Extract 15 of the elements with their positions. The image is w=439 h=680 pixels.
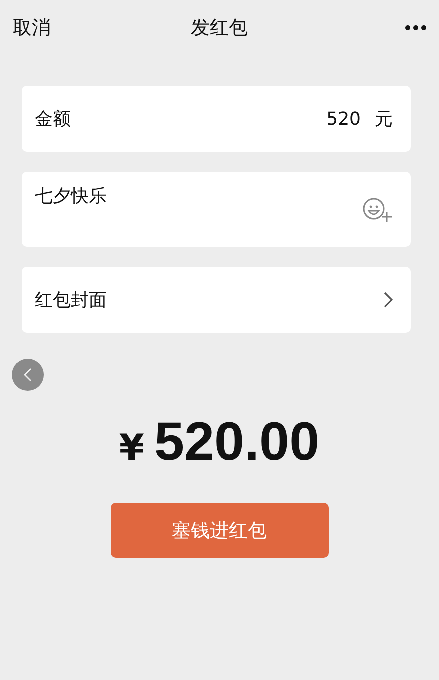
chevron-left-icon <box>24 368 32 382</box>
back-button[interactable] <box>12 359 44 391</box>
amount-label: 金额 <box>35 108 71 131</box>
currency-symbol: ¥ <box>119 428 144 469</box>
cover-row[interactable]: 红包封面 <box>22 267 411 333</box>
unit-label: 元 <box>375 108 393 131</box>
more-icon[interactable] <box>405 25 427 31</box>
greeting-field[interactable]: 七夕快乐 <box>35 184 107 208</box>
total-amount: 520.00 <box>154 411 320 473</box>
emoji-add-icon[interactable] <box>363 197 393 223</box>
amount-field[interactable]: 520 <box>326 108 361 130</box>
chevron-right-icon <box>384 292 393 308</box>
cover-label: 红包封面 <box>35 289 107 312</box>
cancel-button[interactable]: 取消 <box>13 15 51 41</box>
page-title: 发红包 <box>191 16 248 41</box>
